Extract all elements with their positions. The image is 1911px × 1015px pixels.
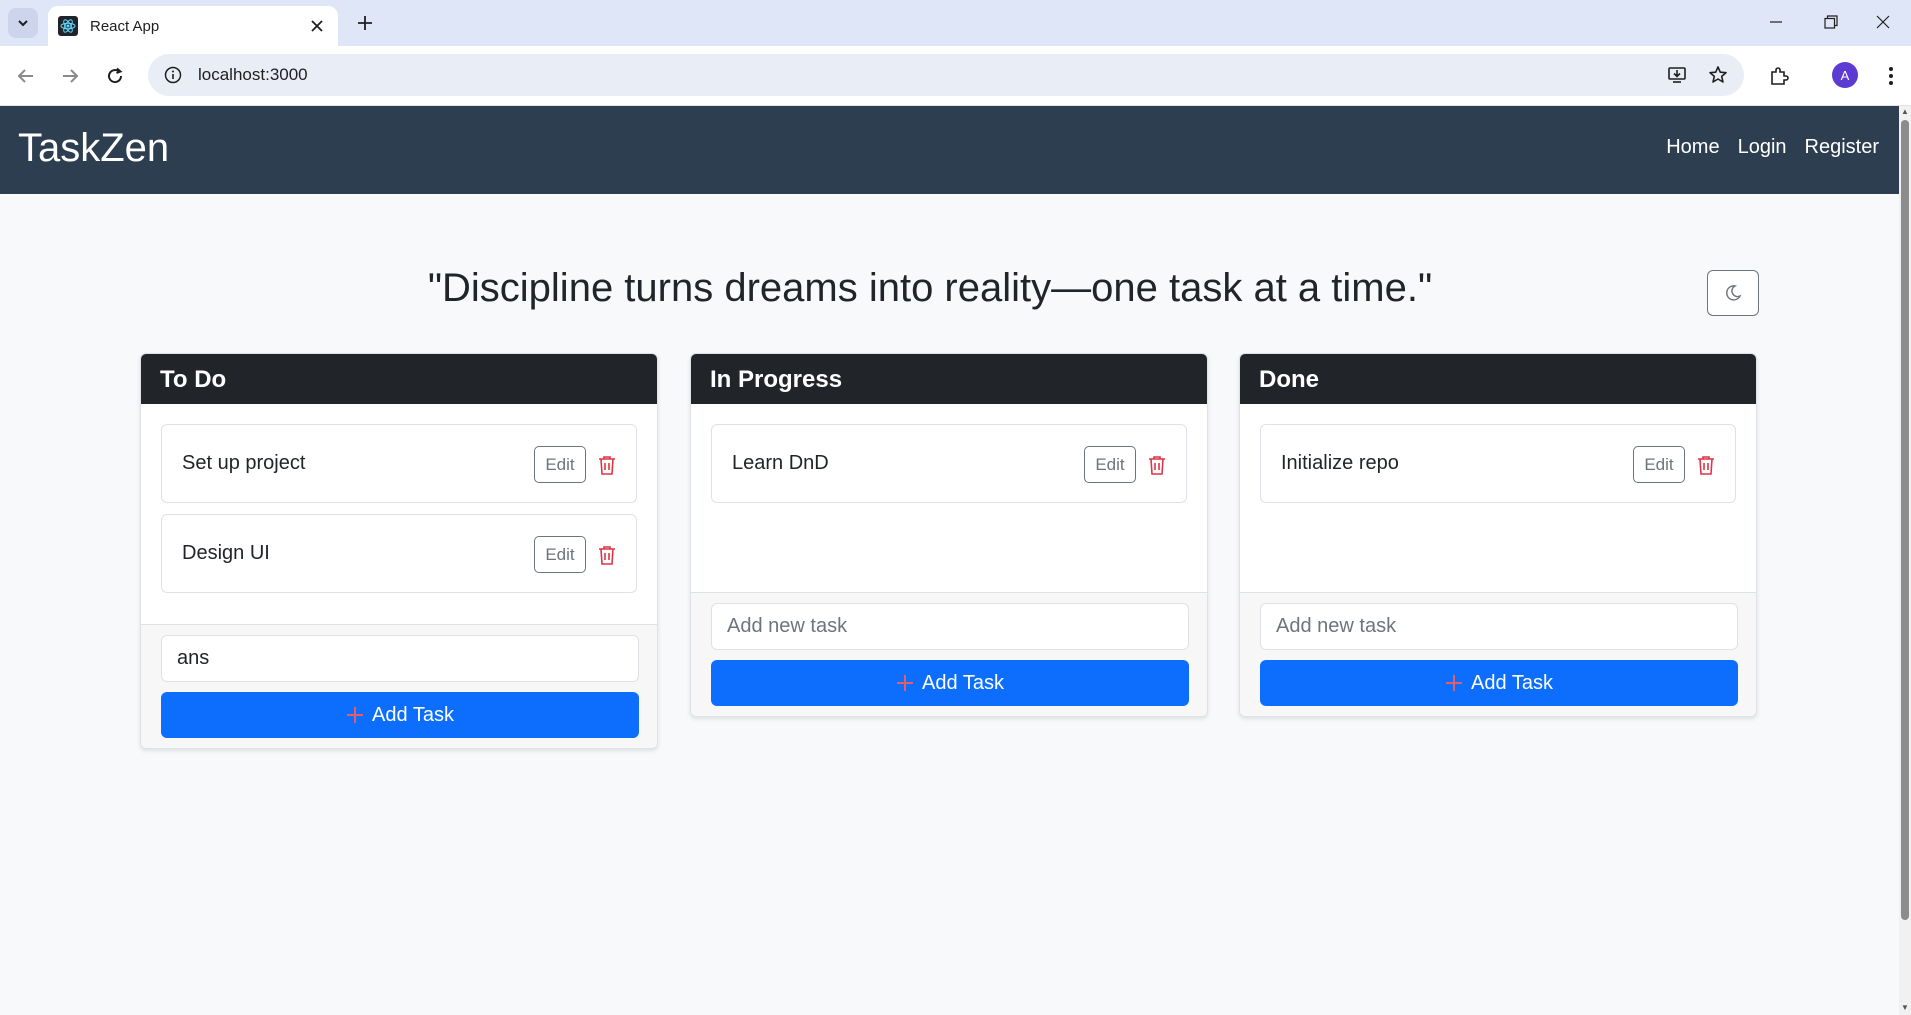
trash-icon[interactable] xyxy=(596,453,618,477)
add-task-button[interactable]: Add Task xyxy=(161,692,639,738)
task-card[interactable]: Set up project Edit xyxy=(161,424,637,503)
extensions-icon[interactable] xyxy=(1763,60,1795,92)
close-window-button[interactable] xyxy=(1855,4,1911,40)
column-title: To Do xyxy=(141,354,657,404)
add-task-form: Add Task xyxy=(141,624,657,748)
moon-icon xyxy=(1726,285,1742,301)
restore-icon xyxy=(1824,15,1838,29)
install-app-icon[interactable] xyxy=(1660,54,1694,96)
task-title: Learn DnD xyxy=(732,452,829,474)
nav-link-login[interactable]: Login xyxy=(1738,136,1787,159)
add-task-label: Add Task xyxy=(922,671,1004,694)
add-task-label: Add Task xyxy=(1471,671,1553,694)
browser-toolbar: localhost:3000 A xyxy=(0,46,1911,106)
column-task-list: Set up project Edit Design UI Edit xyxy=(141,404,657,624)
tab-search-button[interactable] xyxy=(8,8,38,38)
chevron-down-icon xyxy=(18,20,28,27)
reload-button[interactable] xyxy=(101,62,129,90)
scroll-down-arrow[interactable]: ▼ xyxy=(1901,1004,1909,1012)
scroll-thumb[interactable] xyxy=(1901,120,1909,920)
task-title: Design UI xyxy=(182,542,270,564)
edit-task-button[interactable]: Edit xyxy=(1633,446,1685,483)
task-title: Set up project xyxy=(182,452,306,474)
task-card[interactable]: Initialize repo Edit xyxy=(1260,424,1736,503)
trash-icon[interactable] xyxy=(1695,453,1717,477)
restore-button[interactable] xyxy=(1803,4,1859,40)
column-task-list: Learn DnD Edit xyxy=(691,404,1207,592)
task-card[interactable]: Learn DnD Edit xyxy=(711,424,1187,503)
react-logo-icon xyxy=(58,16,78,36)
add-task-form: Add Task xyxy=(1240,592,1756,716)
browser-tab[interactable]: React App xyxy=(48,6,338,46)
more-menu-icon[interactable] xyxy=(1875,60,1907,92)
scroll-up-arrow[interactable]: ▲ xyxy=(1901,108,1909,116)
column-title: Done xyxy=(1240,354,1756,404)
add-task-button[interactable]: Add Task xyxy=(1260,660,1738,706)
browser-tab-bar: React App xyxy=(0,0,1911,46)
arrow-left-icon xyxy=(17,69,33,83)
task-title: Initialize repo xyxy=(1281,452,1399,474)
add-task-form: Add Task xyxy=(691,592,1207,716)
nav-links: Home Login Register xyxy=(1666,136,1879,159)
nav-link-home[interactable]: Home xyxy=(1666,136,1719,159)
minimize-icon xyxy=(1770,21,1782,23)
brand-logo[interactable]: TaskZen xyxy=(18,126,169,171)
plus-icon xyxy=(897,675,914,691)
page-viewport: TaskZen Home Login Register "Discipline … xyxy=(0,106,1899,1015)
reload-icon xyxy=(108,67,123,84)
column-task-list: Initialize repo Edit xyxy=(1240,404,1756,592)
new-task-input[interactable] xyxy=(1260,603,1738,650)
motivational-quote: "Discipline turns dreams into reality—on… xyxy=(427,266,1433,310)
url-text: localhost:3000 xyxy=(198,65,308,84)
column-todo: To Do Set up project Edit Design UI Edit xyxy=(140,353,658,749)
close-icon xyxy=(1876,15,1890,29)
column-title: In Progress xyxy=(691,354,1207,404)
plus-icon xyxy=(1446,675,1463,691)
address-bar[interactable]: localhost:3000 xyxy=(148,54,1744,96)
task-card[interactable]: Design UI Edit xyxy=(161,514,637,593)
edit-task-button[interactable]: Edit xyxy=(534,446,586,483)
theme-toggle-button[interactable] xyxy=(1707,270,1759,316)
edit-task-button[interactable]: Edit xyxy=(1084,446,1136,483)
close-tab-icon[interactable] xyxy=(306,15,328,37)
add-task-button[interactable]: Add Task xyxy=(711,660,1189,706)
new-tab-button[interactable] xyxy=(350,8,380,38)
plus-icon xyxy=(347,707,364,723)
arrow-right-icon xyxy=(63,69,79,83)
site-info-icon[interactable] xyxy=(162,64,184,86)
edit-task-button[interactable]: Edit xyxy=(534,536,586,573)
forward-button[interactable] xyxy=(56,62,84,90)
trash-icon[interactable] xyxy=(1146,453,1168,477)
add-task-label: Add Task xyxy=(372,703,454,726)
page-scrollbar[interactable]: ▲ ▼ xyxy=(1899,106,1911,1015)
nav-link-register[interactable]: Register xyxy=(1805,136,1879,159)
new-task-input[interactable] xyxy=(161,635,639,682)
plus-icon xyxy=(358,16,372,30)
profile-avatar[interactable]: A xyxy=(1832,62,1858,88)
column-done: Done Initialize repo Edit Add Task xyxy=(1239,353,1757,717)
minimize-button[interactable] xyxy=(1748,4,1804,40)
new-task-input[interactable] xyxy=(711,603,1189,650)
bookmark-star-icon[interactable] xyxy=(1701,54,1735,96)
app-navbar: TaskZen Home Login Register xyxy=(0,106,1899,194)
tab-title: React App xyxy=(90,17,160,35)
back-button[interactable] xyxy=(12,62,40,90)
column-in-progress: In Progress Learn DnD Edit Add Task xyxy=(690,353,1208,717)
trash-icon[interactable] xyxy=(596,543,618,567)
